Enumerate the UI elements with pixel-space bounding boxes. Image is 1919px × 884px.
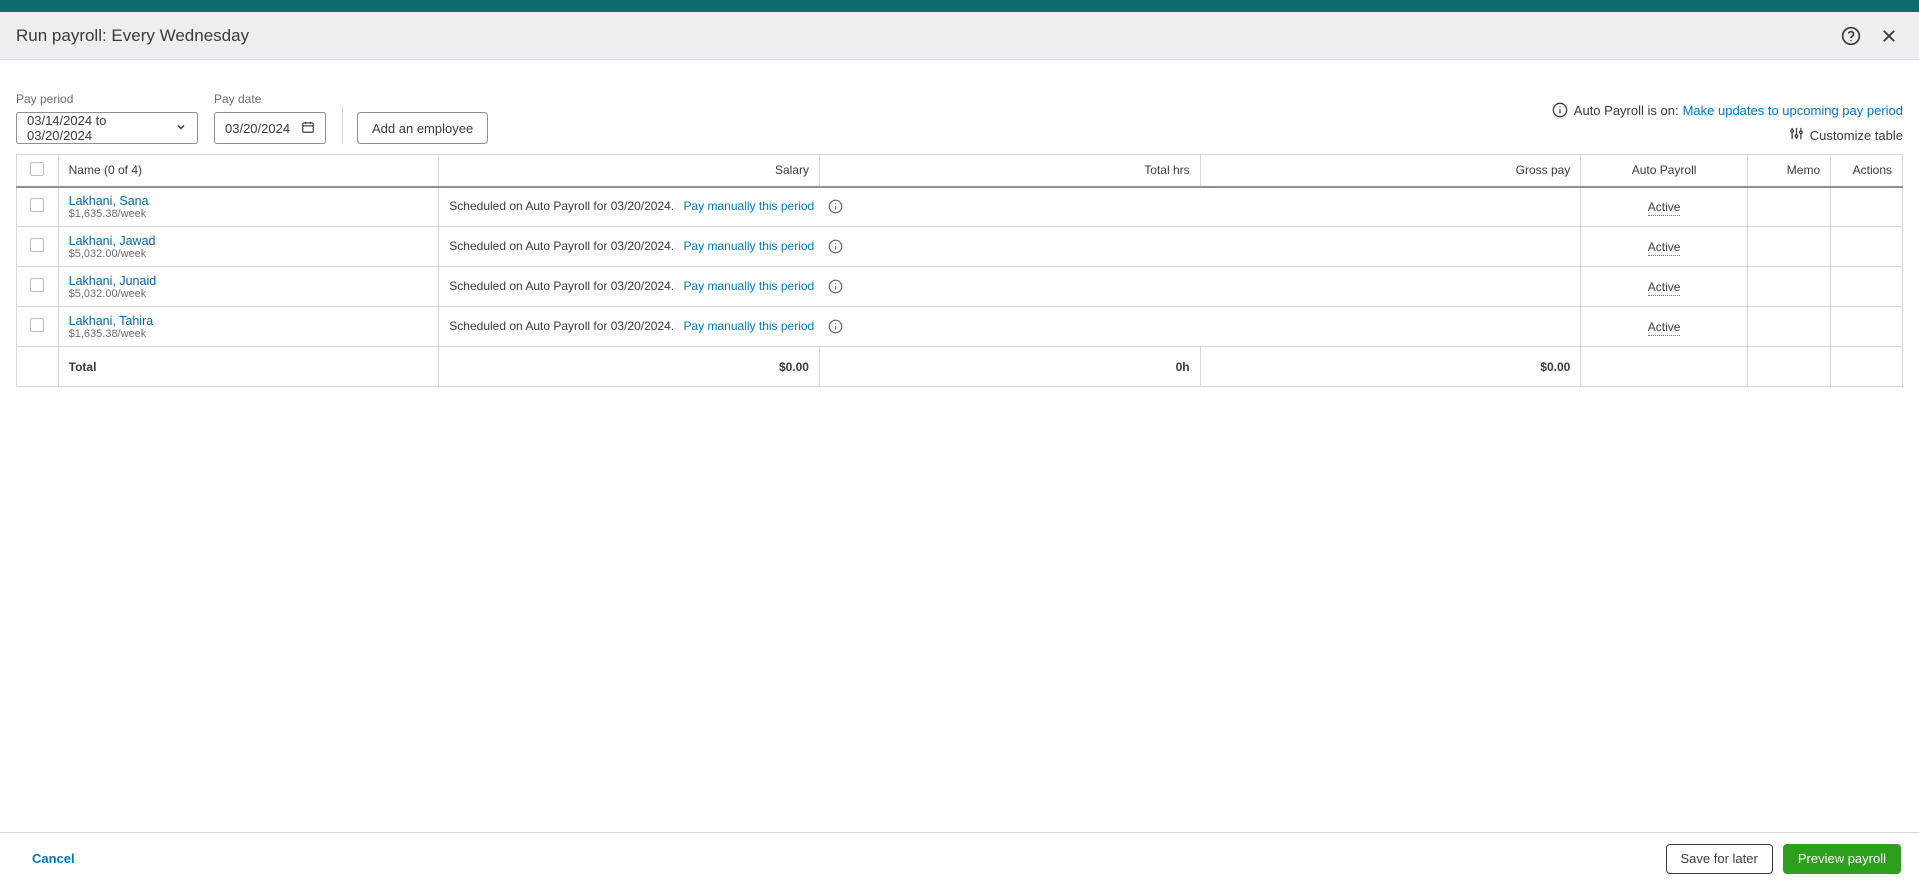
auto-payroll-status-badge: Active bbox=[1648, 280, 1681, 296]
info-icon bbox=[1552, 102, 1568, 118]
scheduled-text: Scheduled on Auto Payroll for 03/20/2024… bbox=[449, 319, 674, 333]
save-for-later-button[interactable]: Save for later bbox=[1666, 844, 1773, 874]
cancel-button[interactable]: Cancel bbox=[32, 851, 75, 866]
col-actions-header: Actions bbox=[1831, 155, 1903, 187]
total-hrs: 0h bbox=[819, 347, 1200, 387]
preview-payroll-button[interactable]: Preview payroll bbox=[1783, 844, 1901, 874]
pay-period-select[interactable]: 03/14/2024 to 03/20/2024 bbox=[16, 112, 198, 144]
col-totalhrs-header: Total hrs bbox=[819, 155, 1200, 187]
close-icon[interactable] bbox=[1875, 22, 1903, 50]
pay-manually-link[interactable]: Pay manually this period bbox=[683, 279, 814, 293]
controls-row: Pay period 03/14/2024 to 03/20/2024 Pay … bbox=[0, 60, 1919, 154]
table-row: Lakhani, Jawad $5,032.00/week Scheduled … bbox=[17, 227, 1903, 267]
pay-date-value: 03/20/2024 bbox=[225, 121, 290, 136]
memo-cell bbox=[1747, 307, 1830, 347]
employee-name-link[interactable]: Lakhani, Sana bbox=[69, 194, 429, 208]
customize-table-button[interactable]: Customize table bbox=[1789, 126, 1903, 144]
actions-cell bbox=[1831, 227, 1903, 267]
memo-cell bbox=[1747, 187, 1830, 227]
info-icon[interactable] bbox=[828, 279, 843, 294]
customize-label: Customize table bbox=[1810, 128, 1903, 143]
employee-rate: $5,032.00/week bbox=[69, 288, 429, 300]
employee-name-link[interactable]: Lakhani, Tahira bbox=[69, 314, 429, 328]
employee-rate: $5,032.00/week bbox=[69, 248, 429, 260]
save-for-later-label: Save for later bbox=[1681, 851, 1758, 866]
auto-payroll-status-badge: Active bbox=[1648, 320, 1681, 336]
vertical-divider bbox=[342, 106, 343, 144]
table-row: Lakhani, Sana $1,635.38/week Scheduled o… bbox=[17, 187, 1903, 227]
employee-rate: $1,635.38/week bbox=[69, 328, 429, 340]
auto-payroll-status-badge: Active bbox=[1648, 200, 1681, 216]
auto-payroll-link[interactable]: Make updates to upcoming pay period bbox=[1683, 103, 1903, 118]
row-checkbox[interactable] bbox=[30, 318, 44, 332]
row-checkbox[interactable] bbox=[30, 238, 44, 252]
sliders-icon bbox=[1789, 126, 1810, 144]
table-total-row: Total $0.00 0h $0.00 bbox=[17, 347, 1903, 387]
actions-cell bbox=[1831, 307, 1903, 347]
footer-bar: Cancel Save for later Preview payroll bbox=[0, 832, 1919, 884]
actions-cell bbox=[1831, 187, 1903, 227]
row-checkbox[interactable] bbox=[30, 198, 44, 212]
col-salary-header: Salary bbox=[439, 155, 820, 187]
info-icon[interactable] bbox=[828, 199, 843, 214]
auto-payroll-status: Auto Payroll is on: Make updates to upco… bbox=[1552, 102, 1903, 118]
pay-manually-link[interactable]: Pay manually this period bbox=[683, 319, 814, 333]
col-grosspay-header: Gross pay bbox=[1200, 155, 1581, 187]
pay-period-value: 03/14/2024 to 03/20/2024 bbox=[27, 113, 175, 143]
scheduled-text: Scheduled on Auto Payroll for 03/20/2024… bbox=[449, 279, 674, 293]
pay-date-field: Pay date 03/20/2024 bbox=[214, 92, 326, 144]
add-employee-button[interactable]: Add an employee bbox=[357, 112, 488, 144]
table-row: Lakhani, Tahira $1,635.38/week Scheduled… bbox=[17, 307, 1903, 347]
table-row: Lakhani, Junaid $5,032.00/week Scheduled… bbox=[17, 267, 1903, 307]
total-label: Total bbox=[58, 347, 439, 387]
employee-name-link[interactable]: Lakhani, Jawad bbox=[69, 234, 429, 248]
pay-manually-link[interactable]: Pay manually this period bbox=[683, 199, 814, 213]
pay-manually-link[interactable]: Pay manually this period bbox=[683, 239, 814, 253]
scheduled-text: Scheduled on Auto Payroll for 03/20/2024… bbox=[449, 239, 674, 253]
payroll-table: Name (0 of 4) Salary Total hrs Gross pay… bbox=[16, 154, 1903, 387]
employee-rate: $1,635.38/week bbox=[69, 208, 429, 220]
select-all-checkbox[interactable] bbox=[30, 162, 44, 176]
auto-payroll-status-badge: Active bbox=[1648, 240, 1681, 256]
scheduled-text: Scheduled on Auto Payroll for 03/20/2024… bbox=[449, 199, 674, 213]
page-title: Run payroll: Every Wednesday bbox=[16, 26, 249, 46]
chevron-down-icon bbox=[175, 121, 187, 136]
preview-payroll-label: Preview payroll bbox=[1798, 851, 1886, 866]
pay-date-label: Pay date bbox=[214, 92, 326, 106]
info-icon[interactable] bbox=[828, 319, 843, 334]
info-icon[interactable] bbox=[828, 239, 843, 254]
memo-cell bbox=[1747, 267, 1830, 307]
total-gross: $0.00 bbox=[1200, 347, 1581, 387]
memo-cell bbox=[1747, 227, 1830, 267]
col-name-header: Name (0 of 4) bbox=[58, 155, 439, 187]
col-memo-header: Memo bbox=[1747, 155, 1830, 187]
add-employee-label: Add an employee bbox=[372, 121, 473, 136]
actions-cell bbox=[1831, 267, 1903, 307]
row-checkbox[interactable] bbox=[30, 278, 44, 292]
table-header-row: Name (0 of 4) Salary Total hrs Gross pay… bbox=[17, 155, 1903, 187]
auto-payroll-text: Auto Payroll is on: bbox=[1574, 103, 1679, 118]
total-salary: $0.00 bbox=[439, 347, 820, 387]
app-top-strip bbox=[0, 0, 1919, 12]
col-autopayroll-header: Auto Payroll bbox=[1581, 155, 1748, 187]
page-header: Run payroll: Every Wednesday bbox=[0, 12, 1919, 60]
pay-period-field: Pay period 03/14/2024 to 03/20/2024 bbox=[16, 92, 198, 144]
pay-date-input[interactable]: 03/20/2024 bbox=[214, 112, 326, 144]
help-icon[interactable] bbox=[1837, 22, 1865, 50]
calendar-icon bbox=[301, 120, 315, 137]
pay-period-label: Pay period bbox=[16, 92, 198, 106]
employee-name-link[interactable]: Lakhani, Junaid bbox=[69, 274, 429, 288]
